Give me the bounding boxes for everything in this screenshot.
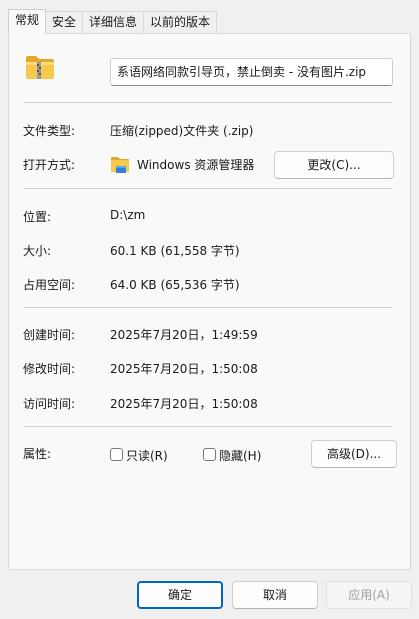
size-label: 大小:	[23, 244, 52, 258]
cancel-button[interactable]: 取消	[232, 581, 318, 609]
file-type-label: 文件类型:	[23, 124, 76, 138]
separator	[23, 426, 393, 427]
tab-security[interactable]: 安全	[45, 11, 84, 34]
tab-bar: 常规 安全 详细信息 以前的版本	[8, 9, 218, 34]
readonly-label[interactable]: 只读(R)	[126, 447, 168, 464]
accessed-label: 访问时间:	[23, 397, 76, 411]
location-label: 位置:	[23, 210, 52, 224]
size-on-disk-label: 占用空间:	[23, 278, 76, 292]
tab-general[interactable]: 常规	[8, 9, 47, 34]
size-value: 60.1 KB (61,558 字节)	[110, 244, 240, 258]
properties-dialog: 常规 安全 详细信息 以前的版本 系语网络同款引导页，禁止倒卖 - 没有图片.z…	[0, 0, 419, 619]
zip-folder-icon	[25, 54, 55, 80]
separator	[23, 188, 393, 189]
accessed-value: 2025年7月20日，1:50:08	[110, 397, 258, 411]
separator	[23, 102, 393, 103]
advanced-button[interactable]: 高级(D)...	[311, 440, 397, 468]
created-value: 2025年7月20日，1:49:59	[110, 328, 258, 342]
modified-value: 2025年7月20日，1:50:08	[110, 362, 258, 376]
opens-with-value: Windows 资源管理器	[137, 158, 255, 172]
change-button[interactable]: 更改(C)...	[274, 151, 394, 179]
opens-with-label: 打开方式:	[23, 158, 76, 172]
attributes-label: 属性:	[23, 447, 52, 461]
separator	[23, 307, 393, 308]
ok-button[interactable]: 确定	[137, 581, 223, 609]
general-panel: 系语网络同款引导页，禁止倒卖 - 没有图片.zip 文件类型: 压缩(zippe…	[8, 33, 411, 570]
file-name-input[interactable]: 系语网络同款引导页，禁止倒卖 - 没有图片.zip	[110, 58, 393, 86]
file-type-value: 压缩(zipped)文件夹 (.zip)	[110, 124, 254, 138]
tab-previous-versions[interactable]: 以前的版本	[143, 11, 218, 34]
location-value: D:\zm	[110, 208, 146, 222]
created-label: 创建时间:	[23, 328, 76, 342]
modified-label: 修改时间:	[23, 362, 76, 376]
hidden-checkbox[interactable]	[203, 448, 216, 461]
explorer-folder-icon	[110, 154, 130, 174]
size-on-disk-value: 64.0 KB (65,536 字节)	[110, 278, 240, 292]
hidden-label[interactable]: 隐藏(H)	[219, 447, 261, 464]
tab-details[interactable]: 详细信息	[82, 11, 145, 34]
readonly-checkbox[interactable]	[110, 448, 123, 461]
apply-button[interactable]: 应用(A)	[326, 581, 412, 609]
